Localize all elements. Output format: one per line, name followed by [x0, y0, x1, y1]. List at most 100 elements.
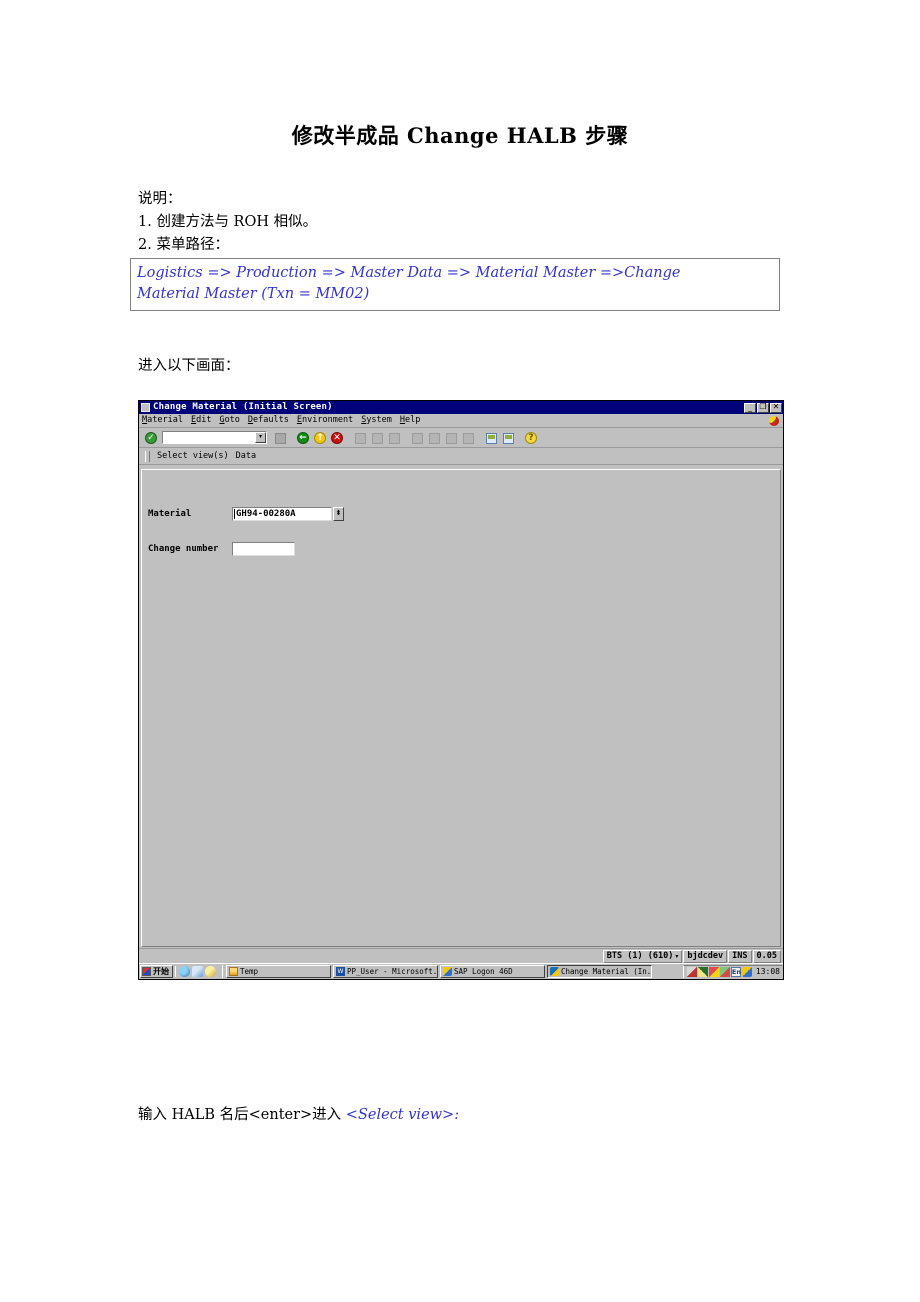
find-next-icon — [389, 433, 400, 444]
enter-instruction: 输入 HALB 名后<enter>进入 <Select view>: — [138, 1103, 459, 1124]
command-field[interactable]: ▾ — [162, 431, 267, 444]
tray-icon-4[interactable] — [719, 967, 730, 977]
taskbar-clock[interactable]: 13:08 — [756, 967, 780, 977]
data-button[interactable]: Data — [236, 451, 256, 462]
windows-taskbar: 开始 Temp W PP_User - Microsoft... SAP Log… — [139, 963, 783, 979]
application-toolbar: Select view(s) Data — [139, 448, 783, 465]
first-page-icon — [412, 433, 423, 444]
toolbar-grip[interactable] — [145, 450, 150, 462]
previous-page-icon — [429, 433, 440, 444]
minimize-icon: _ — [748, 402, 752, 412]
status-server: bjdcdev — [683, 949, 728, 963]
menu-item-help[interactable]: Help — [400, 415, 420, 426]
menu-item-material[interactable]: Material — [142, 415, 183, 426]
task-button-word[interactable]: W PP_User - Microsoft... — [333, 965, 438, 978]
tray-icon-3[interactable] — [708, 967, 719, 977]
document-page: 修改半成品 Change HALB 步骤 说明： 1. 创建方法与 ROH 相似… — [0, 0, 920, 1302]
create-shortcut-icon — [503, 433, 514, 444]
task-button-change-material-label: Change Material (In... — [561, 966, 652, 976]
find-button[interactable] — [369, 430, 384, 445]
back-button[interactable]: ← — [295, 430, 310, 445]
select-views-button[interactable]: Select view(s) — [157, 451, 229, 462]
menubar: Material Edit Goto Defaults Environment … — [139, 414, 783, 428]
menu-path-line-1: Logistics => Production => Master Data =… — [137, 265, 681, 281]
menu-path-box: Logistics => Production => Master Data =… — [130, 258, 780, 311]
page-title: 修改半成品 Change HALB 步骤 — [291, 123, 629, 148]
menu-item-edit[interactable]: Edit — [191, 415, 211, 426]
print-icon — [355, 433, 366, 444]
window-title: Change Material (Initial Screen) — [153, 402, 333, 412]
tray-icon-1[interactable] — [686, 967, 697, 977]
first-page-button[interactable] — [409, 430, 424, 445]
sap-logon-icon — [443, 967, 452, 976]
menu-item-goto[interactable]: Goto — [219, 415, 239, 426]
menu-item-environment[interactable]: Environment — [297, 415, 353, 426]
note-item-2: 2. 菜单路径： — [138, 237, 229, 253]
enter-instruction-prefix: 输入 HALB 名后<enter>进入 — [138, 1107, 346, 1123]
show-desktop-icon[interactable] — [192, 966, 203, 977]
minimize-button[interactable]: _ — [744, 402, 756, 413]
screen-intro-text: 进入以下画面： — [138, 358, 240, 374]
task-button-change-material[interactable]: Change Material (In... — [547, 965, 652, 978]
menu-item-defaults[interactable]: Defaults — [248, 415, 289, 426]
next-page-button[interactable] — [443, 430, 458, 445]
help-button[interactable]: ? — [523, 430, 538, 445]
material-input[interactable]: GH94-00280A — [232, 507, 332, 521]
language-indicator-icon[interactable]: En — [730, 967, 741, 977]
select-view-highlight: <Select view>: — [345, 1107, 460, 1123]
task-button-temp[interactable]: Temp — [226, 965, 331, 978]
task-button-word-label: PP_User - Microsoft... — [347, 966, 438, 976]
command-field-dropdown-icon[interactable]: ▾ — [255, 432, 266, 443]
exit-yellow-arrow-icon: ↑ — [314, 432, 326, 444]
window-controls: _ ❐ ✕ — [744, 401, 782, 413]
enter-button[interactable]: ✓ — [143, 430, 158, 445]
create-session-icon — [486, 433, 497, 444]
last-page-button[interactable] — [460, 430, 475, 445]
internet-explorer-icon[interactable] — [179, 966, 190, 977]
status-insert-mode[interactable]: INS — [728, 949, 752, 963]
start-button[interactable]: 开始 — [140, 965, 173, 978]
print-button[interactable] — [352, 430, 367, 445]
status-system-text: BTS (1) (610) — [606, 950, 674, 961]
help-question-icon: ? — [525, 432, 537, 444]
tray-icon-2[interactable] — [697, 967, 708, 977]
task-button-sap-logon[interactable]: SAP Logon 46D — [440, 965, 545, 978]
create-shortcut-button[interactable] — [500, 430, 515, 445]
task-button-sap-logon-label: SAP Logon 46D — [454, 966, 513, 976]
word-icon: W — [336, 967, 345, 976]
find-next-button[interactable] — [386, 430, 401, 445]
create-session-button[interactable] — [483, 430, 498, 445]
restore-button[interactable]: ❐ — [757, 402, 769, 413]
last-page-icon — [463, 433, 474, 444]
previous-page-button[interactable] — [426, 430, 441, 445]
material-input-value: GH94-00280A — [236, 509, 296, 519]
windows-flag-icon — [142, 967, 151, 976]
change-number-input[interactable] — [232, 542, 295, 556]
next-page-icon — [446, 433, 457, 444]
screen-client-area: Material GH94-00280A ⬍ Change number — [141, 469, 781, 947]
sap-logo-icon — [769, 416, 779, 426]
status-system-dropdown-icon[interactable]: ▾ — [675, 951, 678, 962]
system-menu-icon[interactable] — [141, 403, 150, 412]
status-system[interactable]: BTS (1) (610) ▾ — [602, 949, 683, 963]
folder-icon — [229, 967, 238, 976]
tray-icon-5[interactable] — [741, 967, 752, 977]
save-button[interactable] — [272, 430, 287, 445]
material-field-row: Material GH94-00280A ⬍ — [148, 507, 344, 521]
cancel-red-x-icon: ✕ — [331, 432, 343, 444]
task-buttons: Temp W PP_User - Microsoft... SAP Logon … — [222, 965, 683, 978]
exit-button[interactable]: ↑ — [312, 430, 327, 445]
material-label: Material — [148, 509, 192, 519]
system-tray: En 13:08 — [682, 965, 782, 978]
close-button[interactable]: ✕ — [770, 401, 782, 413]
cancel-button[interactable]: ✕ — [329, 430, 344, 445]
menu-item-system[interactable]: System — [361, 415, 392, 426]
status-response-time: 0.05 — [752, 949, 781, 963]
find-icon — [372, 433, 383, 444]
close-icon: ✕ — [772, 401, 780, 411]
material-matchcode-icon[interactable]: ⬍ — [333, 507, 344, 521]
outlook-express-icon[interactable] — [205, 966, 216, 977]
quick-launch-bar — [175, 966, 219, 977]
task-button-temp-label: Temp — [240, 966, 259, 976]
text-caret — [234, 509, 235, 519]
